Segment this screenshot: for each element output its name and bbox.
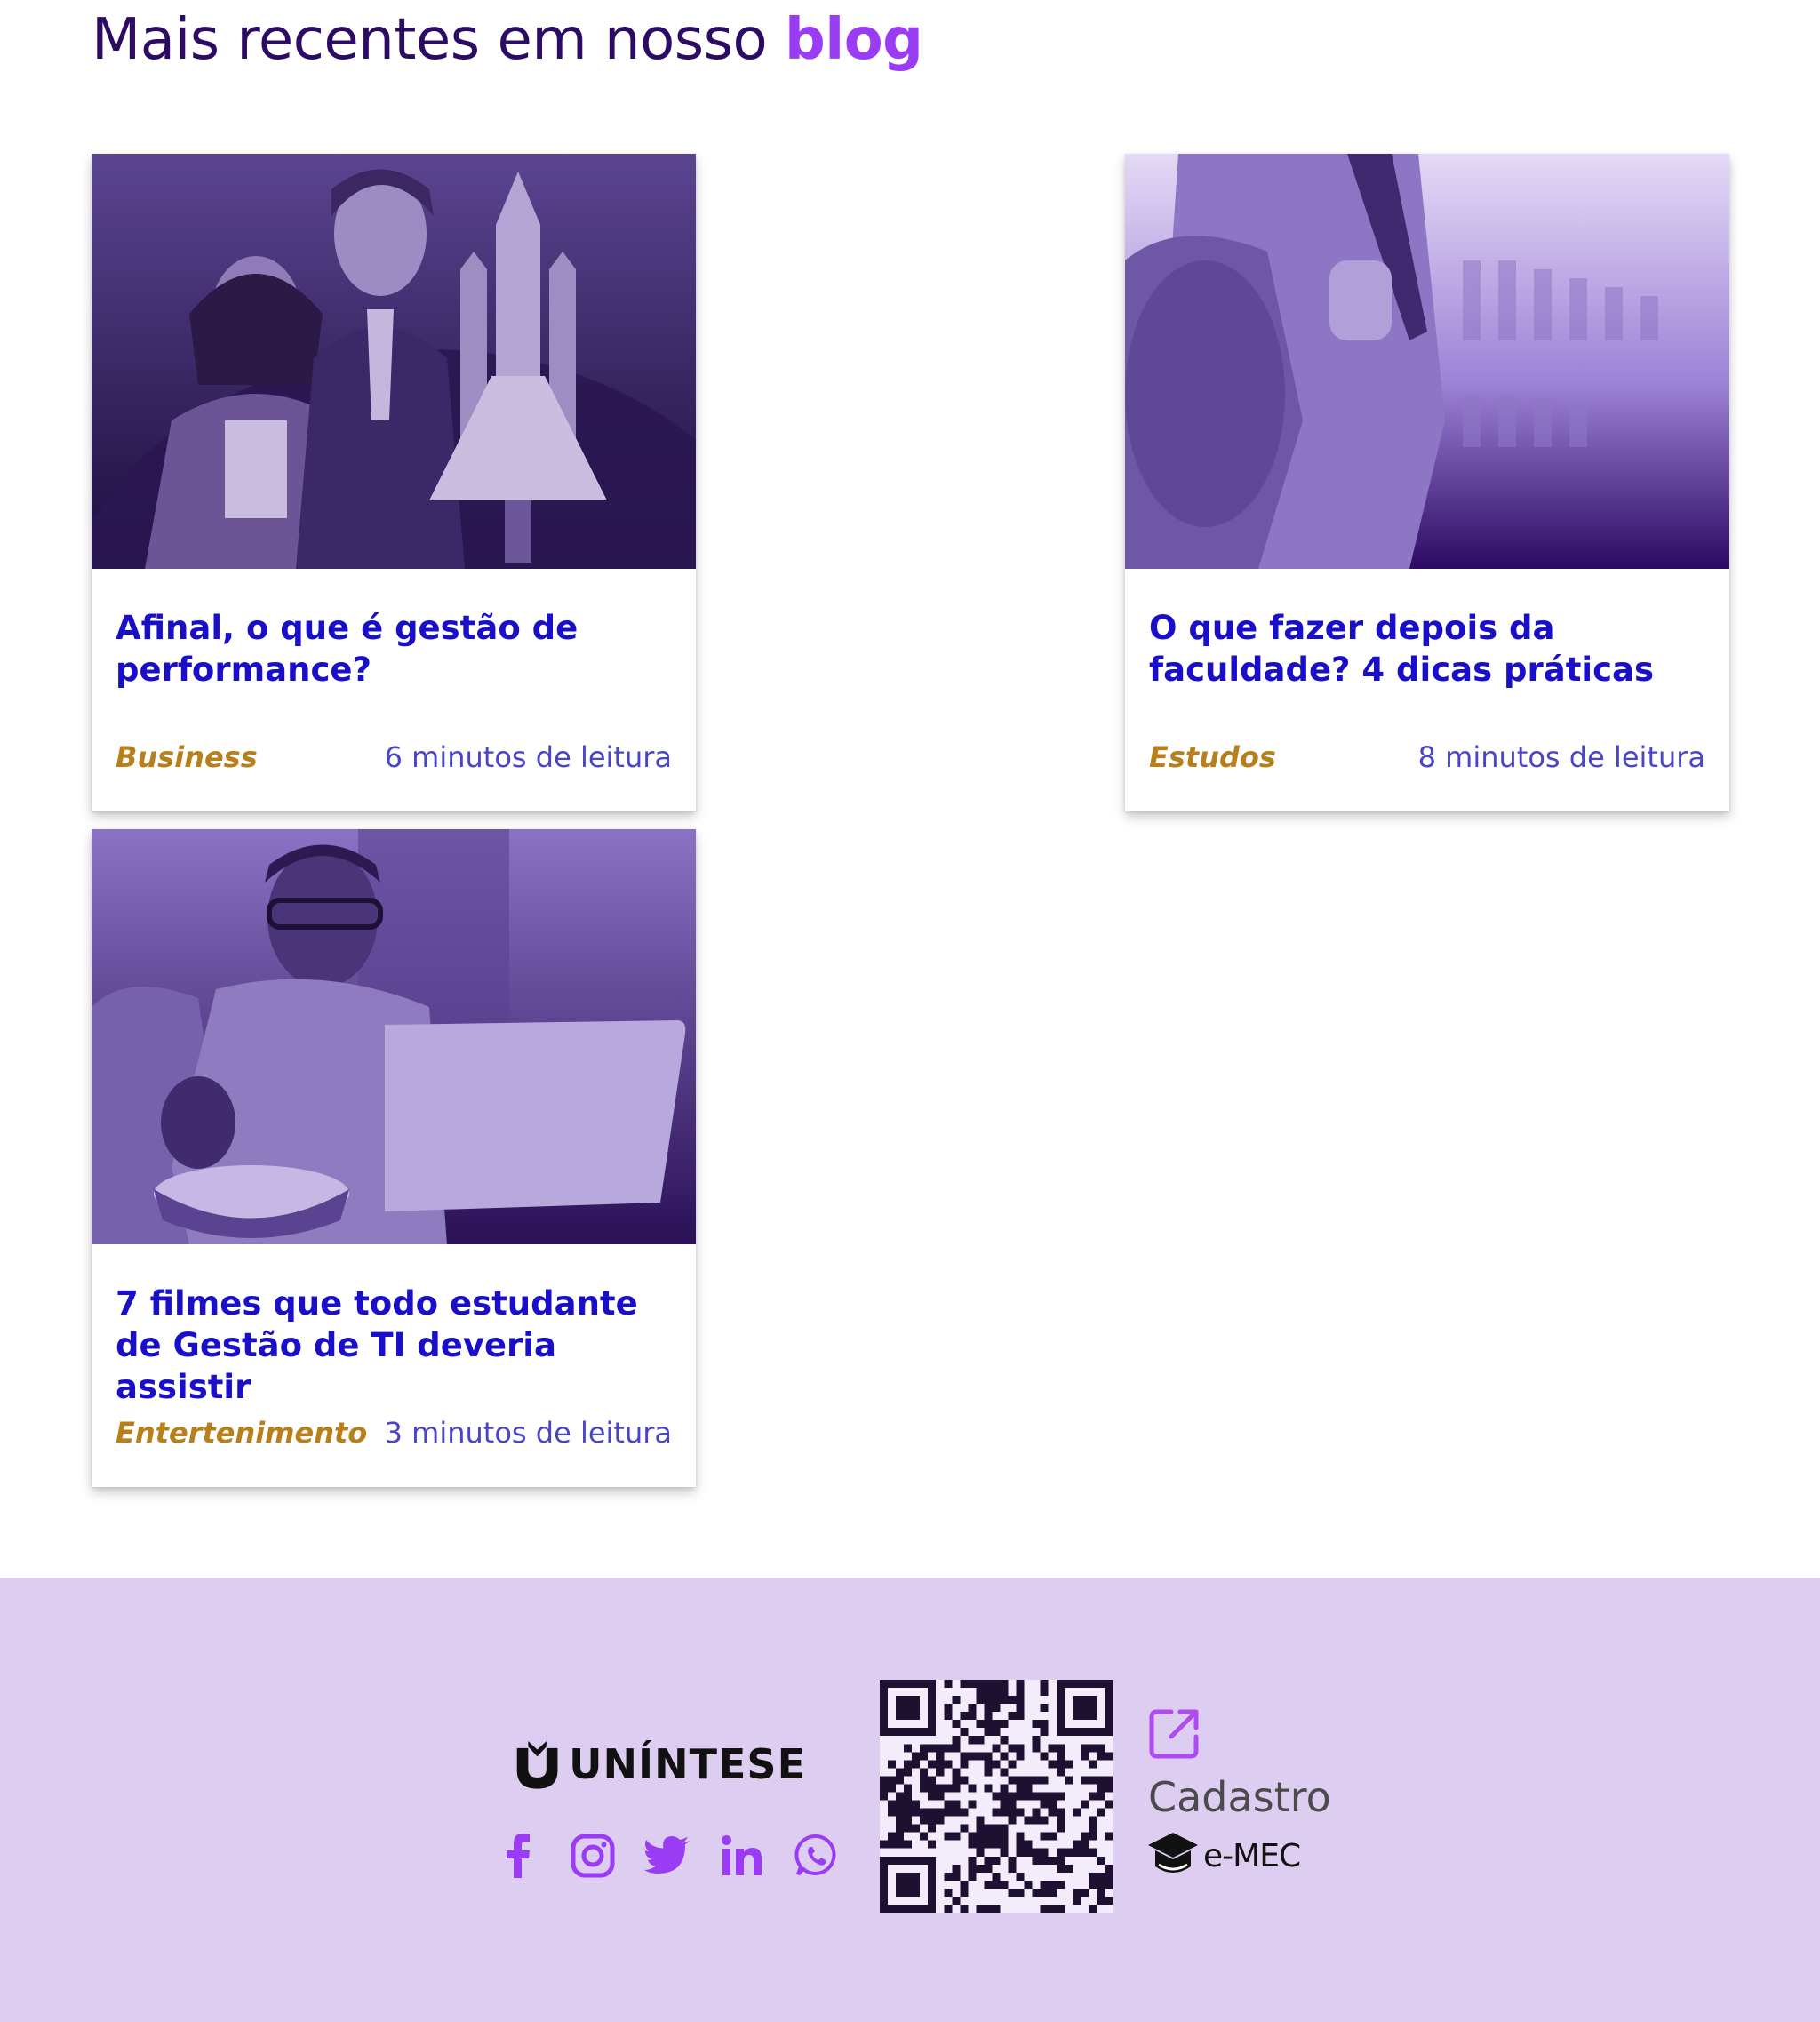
twitter-icon[interactable] <box>643 1831 692 1881</box>
unintese-logo[interactable]: UNÍNTESE <box>513 1729 806 1800</box>
blog-section-heading: Mais recentes em nosso blog <box>92 7 923 73</box>
blog-card[interactable]: Afinal, o que é gestão de performance? B… <box>92 154 696 811</box>
qr-code[interactable] <box>880 1680 1113 1913</box>
instagram-icon[interactable] <box>568 1831 618 1881</box>
post-read-time: 8 minutos de leitura <box>1417 740 1705 774</box>
heading-prefix: Mais recentes em nosso <box>92 7 768 73</box>
logo-text: UNÍNTESE <box>569 1740 806 1788</box>
emec-cadastro-label: Cadastro <box>1148 1773 1331 1821</box>
post-category[interactable]: Entertenimento <box>116 1416 367 1450</box>
post-thumbnail-image[interactable] <box>92 829 696 1244</box>
whatsapp-icon[interactable] <box>792 1831 842 1881</box>
blog-card[interactable]: 7 filmes que todo estudante de Gestão de… <box>92 829 696 1487</box>
post-title[interactable]: 7 filmes que todo estudante de Gestão de… <box>116 1283 675 1408</box>
post-title[interactable]: O que fazer depois da faculdade? 4 dicas… <box>1149 607 1709 691</box>
post-category[interactable]: Business <box>116 740 258 774</box>
blog-card[interactable]: O que fazer depois da faculdade? 4 dicas… <box>1125 154 1729 811</box>
post-category[interactable]: Estudos <box>1149 740 1276 774</box>
post-thumbnail-image[interactable] <box>1125 154 1729 569</box>
linkedin-icon[interactable] <box>717 1831 767 1881</box>
emec-badge-text: e-MEC <box>1203 1837 1301 1874</box>
post-read-time: 3 minutos de leitura <box>384 1416 672 1450</box>
emec-badge: e-MEC <box>1146 1831 1301 1881</box>
site-footer: UNÍNTESE Cadastro e-MEC <box>0 1578 1820 2022</box>
post-read-time: 6 minutos de leitura <box>384 740 672 774</box>
post-thumbnail-image[interactable] <box>92 154 696 569</box>
graduation-cap-icon <box>1148 1833 1198 1873</box>
facebook-icon[interactable] <box>493 1831 543 1881</box>
unintese-logo-icon <box>516 1740 558 1789</box>
post-title[interactable]: Afinal, o que é gestão de performance? <box>116 607 675 691</box>
social-links <box>493 1831 842 1881</box>
emec-link[interactable]: Cadastro e-MEC <box>1146 1706 1377 1884</box>
external-link-icon <box>1146 1706 1201 1762</box>
heading-accent: blog <box>784 7 923 73</box>
